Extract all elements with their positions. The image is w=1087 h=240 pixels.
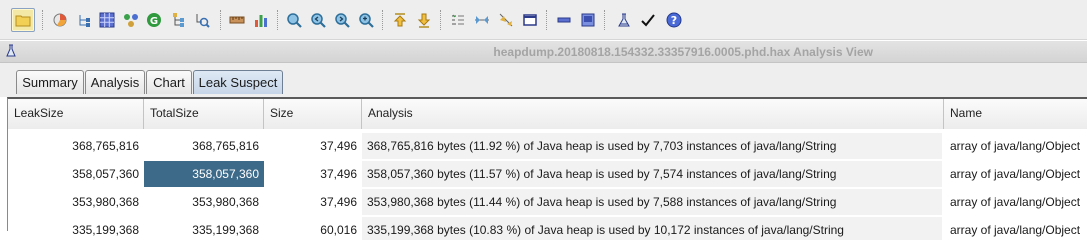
- toolbar-separator: [440, 10, 441, 30]
- leak-suspect-table: LeakSize TotalSize Size Analysis Name 36…: [7, 97, 1087, 240]
- column-header-leaksize[interactable]: LeakSize: [8, 99, 144, 129]
- tab-summary[interactable]: Summary: [16, 70, 84, 94]
- zoom-fit-icon[interactable]: [354, 8, 378, 32]
- molecule-icon[interactable]: [119, 8, 143, 32]
- open-folder-icon[interactable]: [11, 8, 35, 32]
- totalsize-cell: 353,980,368: [192, 195, 259, 209]
- svg-text:G: G: [150, 16, 158, 27]
- hierarchy-icon[interactable]: [166, 8, 190, 32]
- zoom-icon[interactable]: [282, 8, 306, 32]
- name-cell: array of java/lang/Object: [950, 167, 1081, 181]
- svg-text:?: ?: [671, 14, 677, 27]
- leaksize-cell: 335,199,368: [72, 223, 139, 237]
- column-header-totalsize[interactable]: TotalSize: [144, 99, 264, 129]
- filter-icon[interactable]: [446, 8, 470, 32]
- name-cell: array of java/lang/Object: [950, 139, 1081, 153]
- table-header: LeakSize TotalSize Size Analysis Name: [8, 99, 1087, 129]
- table-row[interactable]: 358,057,360 358,057,360 37,496 358,057,3…: [8, 161, 1087, 188]
- column-header-analysis[interactable]: Analysis: [362, 99, 944, 129]
- help-icon[interactable]: ?: [662, 8, 686, 32]
- checkmark-icon[interactable]: [636, 8, 660, 32]
- arrow-up-icon[interactable]: [388, 8, 412, 32]
- analysis-cell: 368,765,816 bytes (11.92 %) of Java heap…: [362, 133, 942, 159]
- grid-table-icon[interactable]: [95, 8, 119, 32]
- totalsize-cell: 368,765,816: [192, 139, 259, 153]
- name-cell: array of java/lang/Object: [950, 195, 1081, 209]
- bar-chart-icon[interactable]: [249, 8, 273, 32]
- refresh-g-icon[interactable]: G: [142, 8, 166, 32]
- expand-icon[interactable]: [494, 8, 518, 32]
- column-header-name[interactable]: Name: [944, 99, 1087, 129]
- size-cell: 37,496: [320, 195, 357, 209]
- tab-chart[interactable]: Chart: [146, 70, 192, 94]
- toolbar-separator: [382, 10, 383, 30]
- analysis-cell: 353,980,368 bytes (11.44 %) of Java heap…: [362, 189, 942, 215]
- leaksize-cell: 358,057,360: [72, 167, 139, 181]
- zoom-next-icon[interactable]: [330, 8, 354, 32]
- name-cell: array of java/lang/Object: [950, 223, 1081, 237]
- tab-bar: Summary Analysis Chart Leak Suspect: [0, 63, 1087, 97]
- toolbar-separator: [546, 10, 547, 30]
- table-row[interactable]: 353,980,368 353,980,368 37,496 353,980,3…: [8, 189, 1087, 216]
- tree-icon[interactable]: [72, 8, 96, 32]
- zoom-prev-icon[interactable]: [306, 8, 330, 32]
- toolbar-separator: [277, 10, 278, 30]
- collapse-icon[interactable]: [470, 8, 494, 32]
- arrow-down-icon[interactable]: [412, 8, 436, 32]
- flask-icon: [5, 44, 17, 61]
- restore-icon[interactable]: [576, 8, 600, 32]
- column-header-size[interactable]: Size: [264, 99, 362, 129]
- pie-chart-icon[interactable]: [48, 8, 72, 32]
- analysis-cell: 358,057,360 bytes (11.57 %) of Java heap…: [362, 161, 942, 187]
- minimize-icon[interactable]: [552, 8, 576, 32]
- tab-analysis[interactable]: Analysis: [85, 70, 145, 94]
- toolbar-separator: [42, 10, 43, 30]
- size-cell: 37,496: [320, 167, 357, 181]
- totalsize-cell: 335,199,368: [192, 223, 259, 237]
- search-tree-icon[interactable]: [190, 8, 214, 32]
- leaksize-cell: 353,980,368: [72, 195, 139, 209]
- toolbar-separator: [604, 10, 605, 30]
- view-title: heapdump.20180818.154332.33357916.0005.p…: [493, 45, 873, 59]
- size-cell: 37,496: [320, 139, 357, 153]
- totalsize-cell-selected[interactable]: 358,057,360: [144, 161, 264, 187]
- flask-icon[interactable]: [612, 8, 636, 32]
- leaksize-cell: 368,765,816: [72, 139, 139, 153]
- toolbar-separator: [220, 10, 221, 30]
- main-toolbar: G ?: [0, 0, 1087, 40]
- analysis-cell: 335,199,368 bytes (10.83 %) of Java heap…: [362, 217, 942, 240]
- ruler-icon[interactable]: [225, 8, 249, 32]
- window-icon[interactable]: [518, 8, 542, 32]
- view-title-bar: heapdump.20180818.154332.33357916.0005.p…: [0, 41, 1087, 63]
- table-row[interactable]: 368,765,816 368,765,816 37,496 368,765,8…: [8, 133, 1087, 160]
- tab-leak-suspect[interactable]: Leak Suspect: [193, 70, 283, 94]
- table-row[interactable]: 335,199,368 335,199,368 60,016 335,199,3…: [8, 217, 1087, 240]
- size-cell: 60,016: [320, 223, 357, 237]
